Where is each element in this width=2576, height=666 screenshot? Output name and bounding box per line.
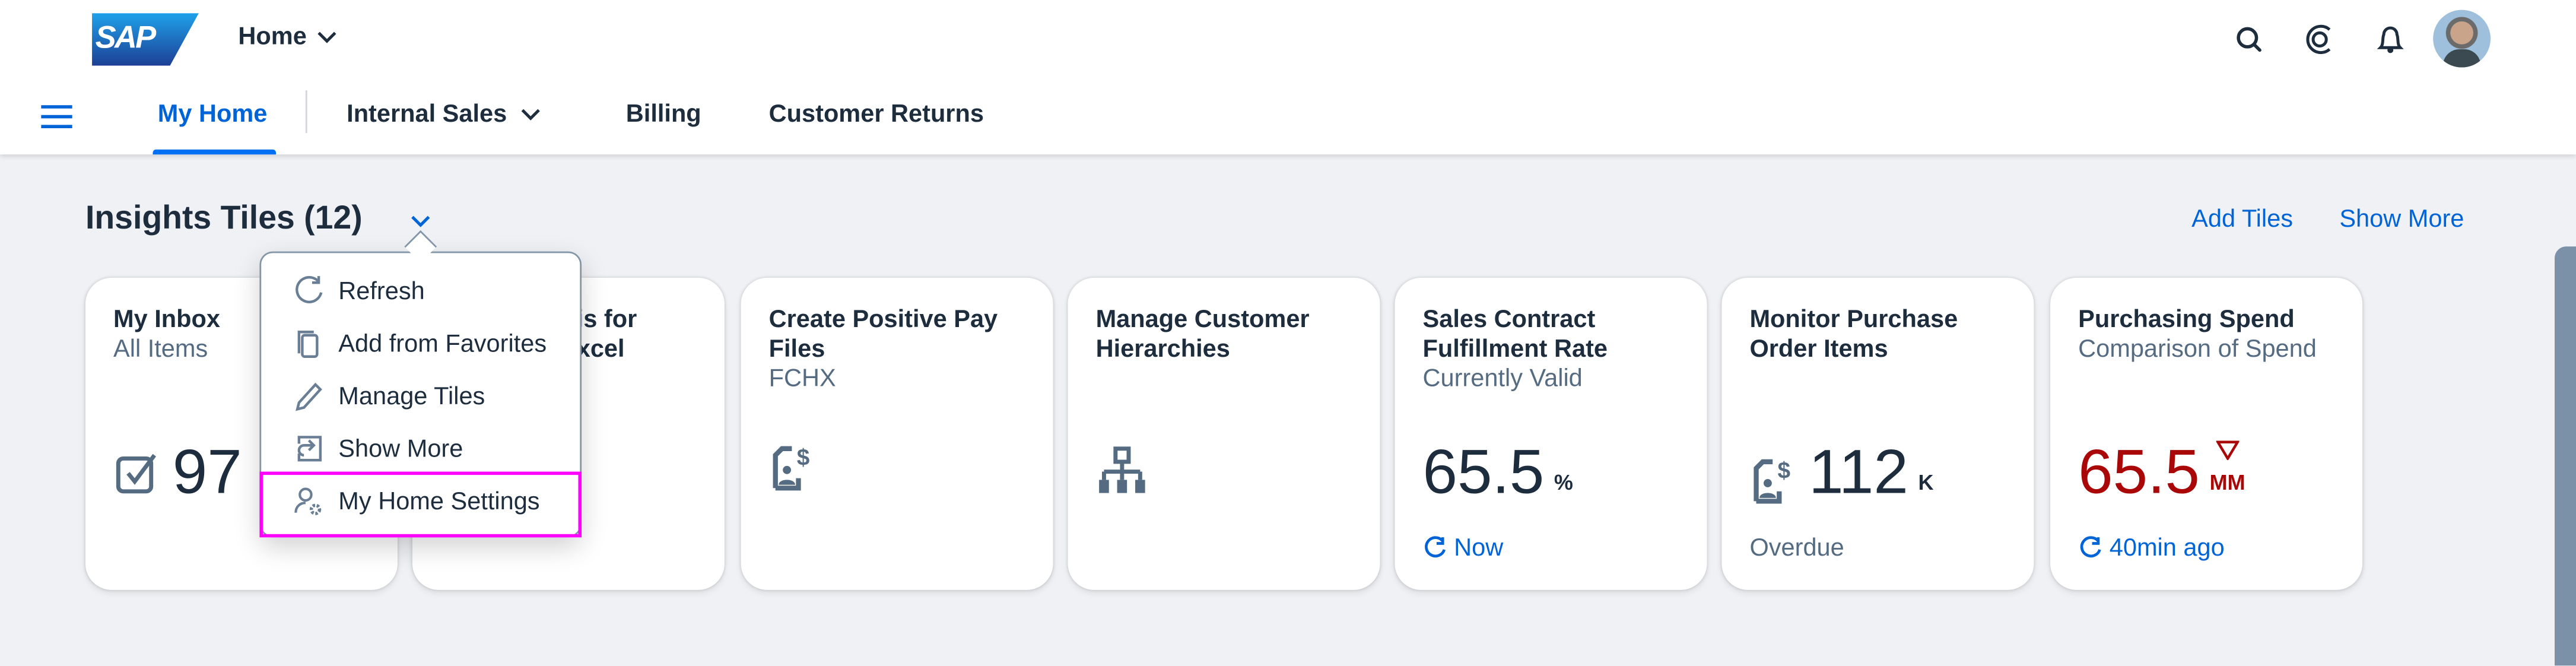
navigate-icon — [297, 436, 322, 462]
search-icon[interactable] — [2231, 21, 2267, 58]
menu-item-add-from-favorites[interactable]: Add from Favorites — [261, 317, 580, 370]
user-avatar[interactable] — [2433, 9, 2491, 68]
scrollbar[interactable] — [2555, 246, 2576, 666]
selected-tab-indicator — [153, 149, 277, 155]
tile-create-positive-pay-files[interactable]: Create Positive Pay Files FCHX $ — [741, 277, 1053, 590]
refresh-icon — [296, 276, 323, 303]
show-more-link[interactable]: Show More — [2339, 205, 2464, 233]
refresh-icon — [2080, 536, 2101, 558]
home-menu-button[interactable]: Home — [238, 23, 336, 51]
tab-customer-returns[interactable]: Customer Returns — [769, 100, 984, 128]
hamburger-menu-icon[interactable] — [41, 105, 72, 128]
tile-footer: Now — [1454, 534, 1504, 562]
tile-monitor-purchase-order-items[interactable]: Monitor Purchase Order Items $112 K Overd… — [1721, 277, 2034, 590]
tile-manage-customer-hierarchies[interactable]: Manage Customer Hierarchies — [1068, 277, 1380, 590]
tile-footer: Overdue — [1749, 534, 1844, 562]
tab-divider — [305, 90, 307, 134]
trend-down-icon — [2216, 440, 2239, 461]
menu-item-refresh[interactable]: Refresh — [261, 265, 580, 318]
edit-icon — [296, 382, 322, 411]
add-tiles-link[interactable]: Add Tiles — [2191, 205, 2293, 233]
tab-label: Billing — [625, 100, 701, 128]
menu-item-label: Manage Tiles — [338, 382, 485, 410]
menu-item-manage-tiles[interactable]: Manage Tiles — [261, 370, 580, 423]
svg-text:$: $ — [1778, 458, 1791, 484]
sap-logo[interactable]: SAP — [92, 13, 199, 66]
tile-sales-contract-fulfillment-rate[interactable]: Sales Contract Fulfillment Rate Currently… — [1395, 277, 1707, 590]
tile-value: 65.5 — [2078, 439, 2200, 508]
tile-value: 97 — [172, 439, 242, 508]
tile-unit: K — [1918, 470, 1934, 495]
menu-item-label: Refresh — [338, 277, 425, 305]
tab-my-home[interactable]: My Home — [158, 100, 268, 128]
highlight-box — [259, 471, 582, 538]
tile-title: xcel — [576, 335, 625, 363]
tile-subtitle: Currently Valid — [1422, 364, 1583, 393]
tile-title: Sales Contract Fulfillment Rate — [1422, 305, 1608, 363]
home-menu-label: Home — [238, 23, 307, 51]
menu-item-show-more[interactable]: Show More — [261, 423, 580, 475]
shell-bar: SAP Home My Home Internal Sales Billing … — [0, 0, 2576, 155]
tile-title: Purchasing Spend — [2078, 305, 2295, 334]
menu-item-label: Show More — [338, 435, 463, 463]
tile-title: Manage Customer Hierarchies — [1095, 305, 1310, 363]
svg-text:$: $ — [797, 445, 810, 470]
bell-icon[interactable] — [2372, 21, 2409, 58]
tile-value: 112 — [1809, 439, 1908, 508]
tab-label: Customer Returns — [768, 100, 984, 128]
copy-icon — [297, 331, 319, 358]
joule-icon[interactable] — [2302, 21, 2338, 58]
tile-subtitle: FCHX — [768, 364, 836, 393]
tile-value: 65.5 — [1422, 439, 1545, 508]
task-icon — [116, 453, 157, 494]
tab-label: Internal Sales — [347, 100, 507, 128]
tile-footer: 40min ago — [2109, 534, 2225, 562]
tile-purchasing-spend[interactable]: Purchasing Spend Comparison of Spend 65.5… — [2050, 277, 2363, 590]
tile-subtitle: Comparison of Spend — [2078, 335, 2317, 363]
tab-internal-sales[interactable]: Internal Sales — [347, 100, 539, 128]
tab-label: My Home — [157, 100, 268, 128]
tile-unit: % — [1554, 470, 1573, 495]
menu-item-label: Add from Favorites — [338, 329, 547, 358]
section-menu-chevron-icon[interactable] — [411, 215, 430, 229]
tile-title: is for — [576, 305, 637, 334]
section-title: Insights Tiles (12) — [85, 200, 363, 237]
payment-document-icon: $ — [1754, 458, 1791, 504]
tile-title: Create Positive Pay Files — [768, 305, 998, 363]
chevron-down-icon — [317, 31, 336, 43]
chevron-down-icon — [520, 108, 539, 120]
payment-document-icon: $ — [773, 445, 810, 491]
refresh-icon — [1425, 536, 1446, 558]
hierarchy-icon — [1099, 446, 1145, 493]
tile-title: Monitor Purchase Order Items — [1749, 305, 1958, 363]
tab-billing[interactable]: Billing — [626, 100, 701, 128]
tile-unit: MM — [2209, 470, 2245, 495]
